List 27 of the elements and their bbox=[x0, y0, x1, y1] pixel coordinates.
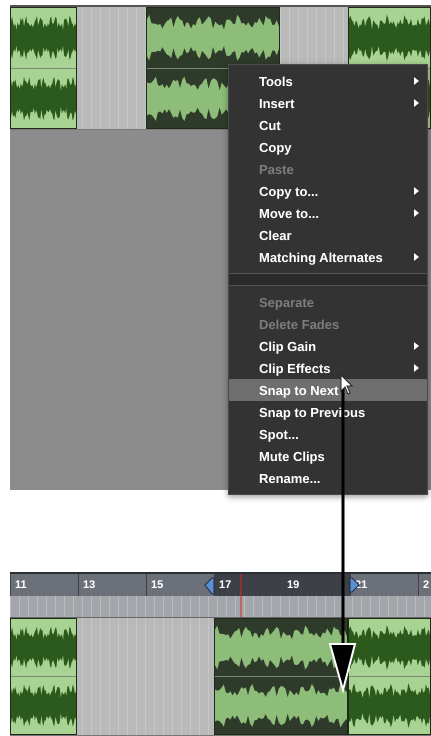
bar-number: 11 bbox=[15, 579, 27, 591]
menu-item[interactable]: Insert bbox=[229, 92, 427, 114]
menu-item[interactable]: Snap to Previous bbox=[229, 401, 427, 423]
bar-number: 2 bbox=[423, 579, 430, 591]
menu-item[interactable]: Cut bbox=[229, 114, 427, 136]
audio-clip[interactable] bbox=[10, 618, 77, 735]
bar-number: 15 bbox=[151, 579, 164, 591]
bar-number: 17 bbox=[219, 579, 232, 591]
audio-clip[interactable] bbox=[10, 7, 77, 129]
audio-clip[interactable] bbox=[348, 618, 431, 735]
menu-item[interactable]: Clip Effects bbox=[229, 357, 427, 379]
menu-item[interactable]: Move to... bbox=[229, 202, 427, 224]
bar-number: 19 bbox=[287, 579, 300, 591]
cursor-icon bbox=[340, 374, 354, 395]
menu-item[interactable]: Clip Gain bbox=[229, 335, 427, 357]
menu-item[interactable]: Copy to... bbox=[229, 180, 427, 202]
playhead-line bbox=[240, 574, 242, 618]
menu-item[interactable]: Mute Clips bbox=[229, 445, 427, 467]
menu-item[interactable]: Copy bbox=[229, 136, 427, 158]
menu-item[interactable]: Matching Alternates bbox=[229, 246, 427, 268]
menu-item[interactable]: Snap to Next bbox=[229, 379, 427, 401]
menu-item[interactable]: Rename... bbox=[229, 467, 427, 489]
bar-number: 13 bbox=[83, 579, 96, 591]
menu-item[interactable]: Tools bbox=[229, 70, 427, 92]
menu-item[interactable]: Spot... bbox=[229, 423, 427, 445]
menu-item[interactable]: Clear bbox=[229, 224, 427, 246]
audio-clip[interactable] bbox=[214, 618, 348, 735]
